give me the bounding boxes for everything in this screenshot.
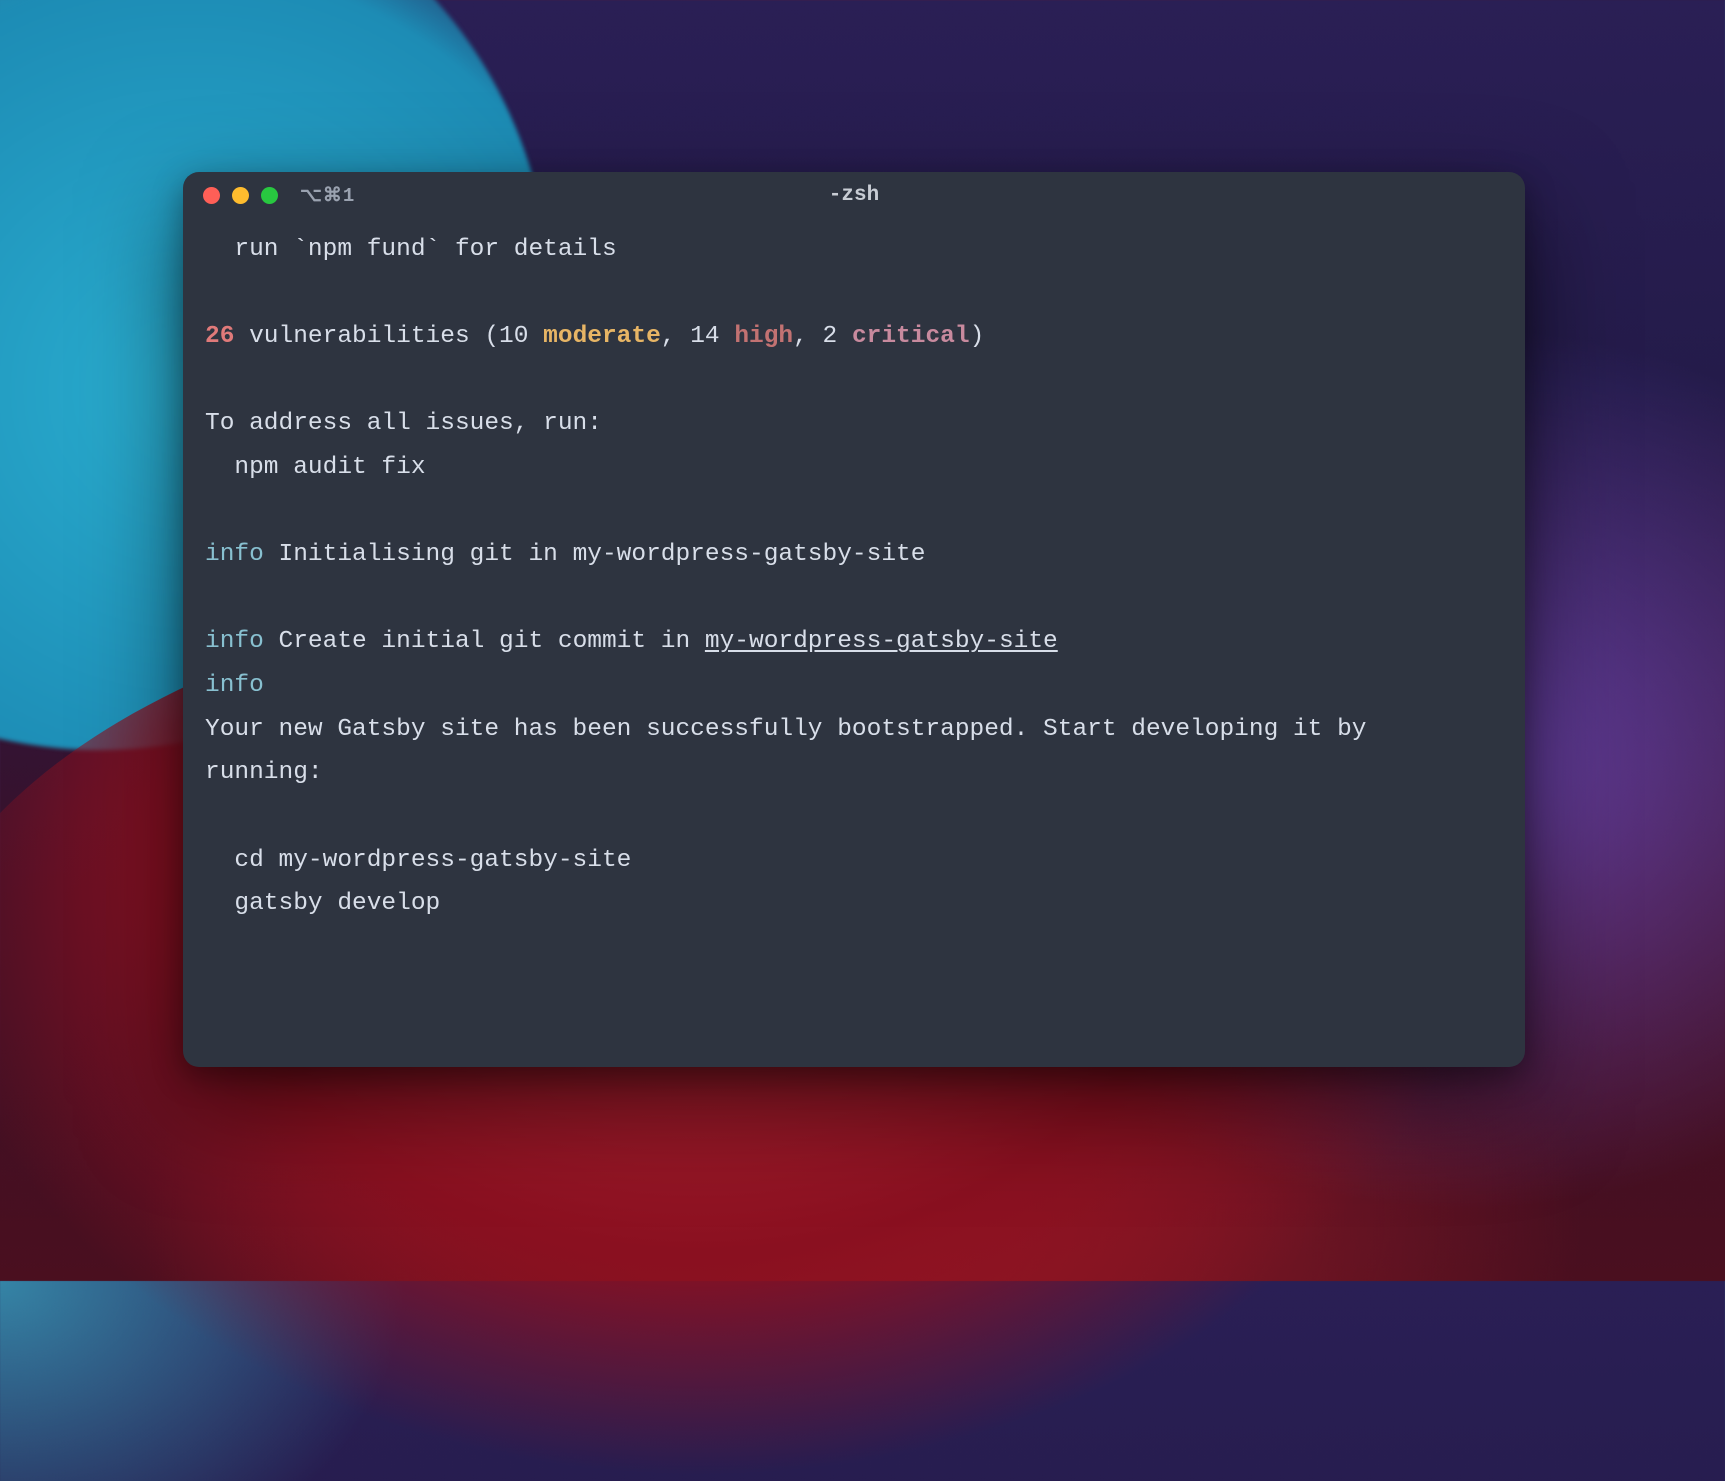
zoom-icon[interactable]: [261, 187, 278, 204]
terminal-output[interactable]: run `npm fund` for details 26 vulnerabil…: [183, 218, 1525, 1067]
output-text: vulnerabilities (10: [234, 323, 543, 350]
info-line: info Create initial git commit in my-wor…: [205, 628, 1058, 655]
project-path-link: my-wordpress-gatsby-site: [705, 628, 1058, 655]
info-label: info: [205, 628, 264, 655]
tab-shortcut-label: ⌥⌘1: [300, 184, 355, 207]
info-line: info Initialising git in my-wordpress-ga…: [205, 541, 925, 568]
traffic-lights: [203, 187, 278, 204]
minimize-icon[interactable]: [232, 187, 249, 204]
output-line: To address all issues, run:: [205, 410, 602, 437]
close-icon[interactable]: [203, 187, 220, 204]
output-text: , 14: [661, 323, 735, 350]
output-line: gatsby develop: [205, 890, 440, 917]
output-line: npm audit fix: [205, 454, 426, 481]
output-text: ): [970, 323, 985, 350]
info-label: info: [205, 672, 264, 699]
vuln-high: high: [734, 323, 793, 350]
terminal-window: ⌥⌘1 -zsh run `npm fund` for details 26 v…: [183, 172, 1525, 1067]
output-line: run `npm fund` for details: [205, 236, 617, 263]
vuln-moderate: moderate: [543, 323, 661, 350]
vuln-count: 26: [205, 323, 234, 350]
vuln-line: 26 vulnerabilities (10 moderate, 14 high…: [205, 323, 984, 350]
output-text: Initialising git in my-wordpress-gatsby-…: [264, 541, 926, 568]
output-line: cd my-wordpress-gatsby-site: [205, 847, 631, 874]
output-text: Create initial git commit in: [264, 628, 705, 655]
info-label: info: [205, 541, 264, 568]
vuln-critical: critical: [852, 323, 970, 350]
output-line: running:: [205, 759, 323, 786]
titlebar: ⌥⌘1 -zsh: [183, 172, 1525, 218]
output-text: , 2: [793, 323, 852, 350]
output-line: Your new Gatsby site has been successful…: [205, 716, 1367, 743]
window-title: -zsh: [829, 184, 879, 207]
